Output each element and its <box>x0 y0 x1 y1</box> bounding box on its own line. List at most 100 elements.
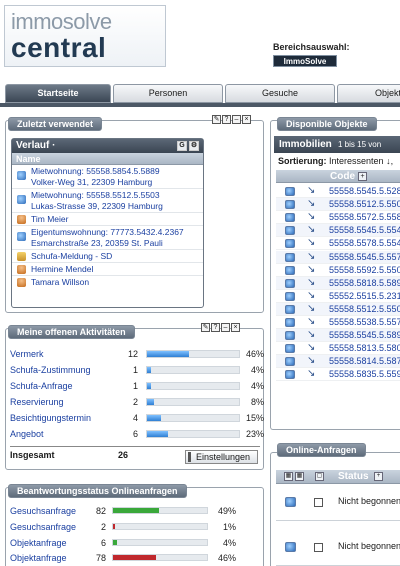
sort-desc-icon[interactable]: ↓, <box>386 156 393 166</box>
arrow-down-icon[interactable]: ↘ <box>307 317 315 327</box>
immosolve-logo[interactable]: immosolve central <box>4 5 166 67</box>
verlauf-item[interactable]: Hermine Mendel <box>12 263 203 276</box>
aktivitaet-row[interactable]: Besichtigungstermin 4 15% <box>10 411 264 425</box>
beantwortung-row[interactable]: Objektanfrage 78 46% <box>10 550 260 566</box>
verlauf-item[interactable]: Tamara Willson <box>12 276 203 290</box>
settings-icon[interactable]: ⚙ <box>189 141 199 151</box>
beantwortung-label[interactable]: Objektanfrage <box>10 535 67 551</box>
objekt-row[interactable]: ↘ 55558.5572.5.5585 <box>276 211 400 225</box>
aktivitaet-label[interactable]: Schufa-Anfrage <box>10 379 73 393</box>
objekt-row[interactable]: ↘ 55558.5814.5.5879 <box>276 355 400 369</box>
objekt-row[interactable]: ↘ 55558.5592.5.5500 <box>276 264 400 277</box>
online-anfrage-row[interactable]: Nicht begonnen <box>276 530 400 566</box>
verlauf-item[interactable]: Schufa-Meldung - SD <box>12 250 203 263</box>
arrow-down-icon[interactable]: ↘ <box>307 303 315 314</box>
aktivitaet-row[interactable]: Vermerk 12 46% <box>10 347 264 361</box>
objekt-code[interactable]: 55552.5515.5.2313 <box>329 290 400 303</box>
home-icon[interactable] <box>285 226 295 236</box>
objekt-row[interactable]: ↘ 55558.5835.5.5593 <box>276 368 400 382</box>
row-checkbox[interactable] <box>314 498 323 507</box>
objekt-code[interactable]: 55558.5545.5.5540 <box>329 224 400 237</box>
home-icon[interactable] <box>285 497 296 507</box>
objekt-code[interactable]: 55558.5818.5.5893 <box>329 277 400 290</box>
home-icon[interactable] <box>285 200 295 210</box>
verlauf-item-line1[interactable]: Mietwohnung: 55558.5512.5.5503 <box>31 190 203 201</box>
arrow-down-icon[interactable]: ↘ <box>307 212 315 222</box>
home-icon[interactable] <box>285 344 295 354</box>
help-icon[interactable]: ? <box>222 115 231 124</box>
objekt-row[interactable]: ↘ 55558.5545.5.5281 <box>276 185 400 198</box>
verlauf-item-line1[interactable]: Eigentumswohnung: 77773.5432.4.2367 <box>31 227 203 238</box>
tab-gesuche[interactable]: Gesuche <box>225 84 335 103</box>
objekt-code[interactable]: 55558.5578.5.5540 <box>329 237 400 250</box>
objekt-row[interactable]: ↘ 55552.5515.5.2313 <box>276 290 400 303</box>
edit-icon[interactable]: ✎ <box>201 323 210 332</box>
aktivitaet-label[interactable]: Schufa-Zustimmung <box>10 363 91 377</box>
aktivitaet-label[interactable]: Vermerk <box>10 347 44 361</box>
arrow-down-icon[interactable]: ↘ <box>307 225 315 235</box>
objekt-code[interactable]: 55558.5538.5.5579 <box>329 316 400 329</box>
beantwortung-row[interactable]: Gesuchsanfrage 2 1% <box>10 519 260 535</box>
objekt-code[interactable]: 55558.5545.5.5891 <box>329 329 400 342</box>
sort-toggle-icon[interactable]: + <box>374 472 383 481</box>
aktivitaet-row[interactable]: Schufa-Anfrage 1 4% <box>10 379 264 393</box>
objekt-code[interactable]: 55558.5813.5.5808 <box>329 342 400 355</box>
arrow-down-icon[interactable]: ↘ <box>307 290 315 301</box>
grid-icon[interactable]: ▦ <box>295 472 304 481</box>
verlauf-item-line1[interactable]: Tamara Willson <box>31 277 203 288</box>
verlauf-item[interactable]: Mietwohnung: 55558.5854.5.5889 Volker-We… <box>12 165 203 189</box>
tab-objekte[interactable]: Objekte <box>337 84 400 103</box>
row-checkbox[interactable] <box>314 543 323 552</box>
home-icon[interactable] <box>285 278 295 288</box>
tab-startseite[interactable]: Startseite <box>5 84 111 103</box>
objekt-row[interactable]: ↘ 55558.5512.5.5508 <box>276 302 400 316</box>
einstellungen-button[interactable]: Einstellungen <box>185 450 258 464</box>
arrow-down-icon[interactable]: ↘ <box>307 186 315 196</box>
objekt-row[interactable]: ↘ 55558.5538.5.5579 <box>276 316 400 329</box>
beantwortung-label[interactable]: Objektanfrage <box>10 550 67 566</box>
sort-toggle-icon[interactable]: + <box>358 172 367 181</box>
objekt-row[interactable]: ↘ 55558.5545.5.5540 <box>276 224 400 238</box>
home-icon[interactable] <box>285 331 295 341</box>
home-icon[interactable] <box>285 213 295 223</box>
sortierung-value[interactable]: Interessenten <box>329 156 384 166</box>
select-all-icon[interactable]: ▢ <box>315 472 324 481</box>
minimize-icon[interactable]: – <box>221 323 230 332</box>
sortierung-control[interactable]: Sortierung: Interessenten ↓, <box>278 156 393 166</box>
help-icon[interactable]: ? <box>211 323 220 332</box>
aktivitaet-row[interactable]: Angebot 6 23% <box>10 427 264 441</box>
beantwortung-row[interactable]: Objektanfrage 6 4% <box>10 535 260 551</box>
close-icon[interactable]: × <box>242 115 251 124</box>
minimize-icon[interactable]: – <box>232 115 241 124</box>
beantwortung-row[interactable]: Gesuchsanfrage 82 49% <box>10 503 260 519</box>
verlauf-item-line2[interactable]: Esmarchstraße 23, 20359 St. Pauli <box>31 238 203 249</box>
home-icon[interactable] <box>285 265 295 275</box>
online-anfrage-row[interactable]: Nicht begonnen <box>276 485 400 521</box>
objekt-code[interactable]: 55558.5592.5.5500 <box>329 264 400 277</box>
objekt-row[interactable]: ↘ 55558.5512.5.5503 <box>276 198 400 212</box>
objekt-code[interactable]: 55558.5835.5.5593 <box>329 368 400 381</box>
objekt-code[interactable]: 55558.5512.5.5508 <box>329 303 400 316</box>
objekt-row[interactable]: ↘ 55558.5545.5.5891 <box>276 329 400 343</box>
verlauf-item-line2[interactable]: Lukas-Strasse 39, 22309 Hamburg <box>31 201 203 212</box>
column-header-code[interactable]: Code <box>330 170 355 183</box>
objekt-row[interactable]: ↘ 55558.5545.5.5570 <box>276 250 400 264</box>
verlauf-item-line1[interactable]: Schufa-Meldung - SD <box>31 251 203 262</box>
verlauf-item-line2[interactable]: Volker-Weg 31, 22309 Hamburg <box>31 177 203 188</box>
verlauf-label[interactable]: Verlauf · <box>16 140 55 151</box>
home-icon[interactable] <box>285 239 295 249</box>
aktivitaet-label[interactable]: Angebot <box>10 427 44 441</box>
objekt-code[interactable]: 55558.5572.5.5585 <box>329 211 400 224</box>
aktivitaet-row[interactable]: Schufa-Zustimmung 1 4% <box>10 363 264 377</box>
verlauf-item[interactable]: Mietwohnung: 55558.5512.5.5503 Lukas-Str… <box>12 189 203 213</box>
objekt-row[interactable]: ↘ 55558.5578.5.5540 <box>276 237 400 251</box>
aktivitaet-label[interactable]: Besichtigungstermin <box>10 411 91 425</box>
column-header-status[interactable]: Status <box>338 470 369 484</box>
objekt-row[interactable]: ↘ 55558.5818.5.5893 <box>276 276 400 290</box>
arrow-down-icon[interactable]: ↘ <box>307 264 315 275</box>
home-icon[interactable] <box>285 304 295 314</box>
arrow-down-icon[interactable]: ↘ <box>307 277 315 288</box>
arrow-down-icon[interactable]: ↘ <box>307 343 315 353</box>
arrow-down-icon[interactable]: ↘ <box>307 330 315 340</box>
edit-icon[interactable]: ✎ <box>212 115 221 124</box>
